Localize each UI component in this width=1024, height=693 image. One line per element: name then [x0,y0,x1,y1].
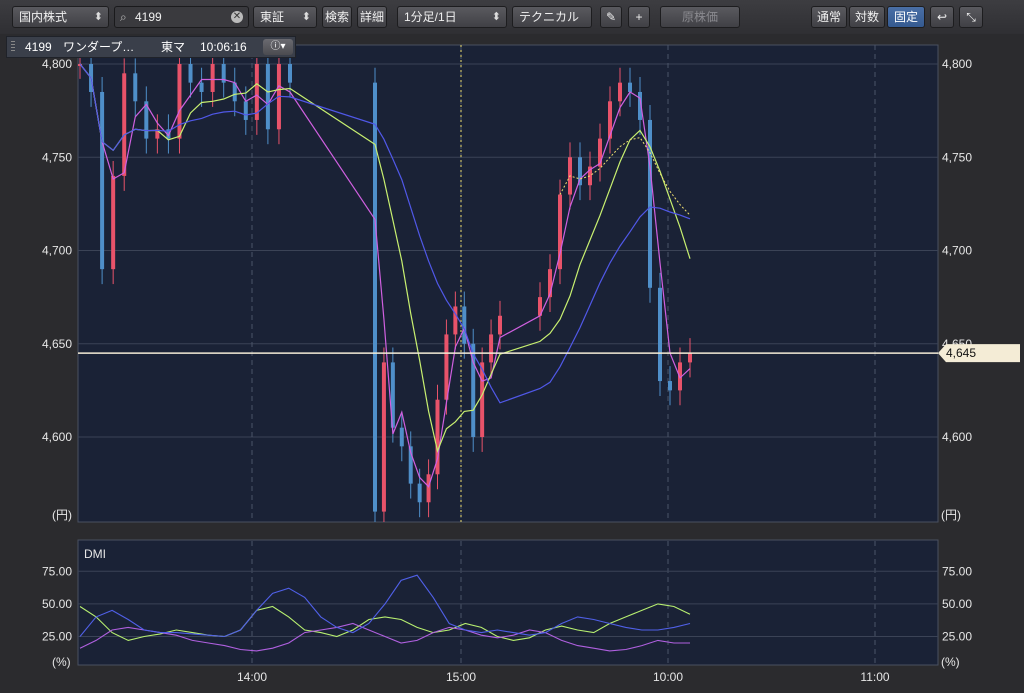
stock-name: ワンダープ… [63,40,135,54]
dmi-chart-plot [77,539,939,666]
clear-icon[interactable]: ✕ [231,11,243,23]
interval-select[interactable]: 1分足/1日 [397,6,507,28]
candle-body [668,381,672,391]
candle-body [498,315,502,335]
collapse-button[interactable]: ⤡ [959,6,983,28]
candle-body [133,73,138,102]
stock-code: 4199 [25,40,52,54]
market-label: 東マ [161,40,186,54]
info-menu-button[interactable]: ⓘ▾ [263,39,293,55]
time-tick: 11:00 [860,670,889,684]
stock-info-bar: 4199 ワンダープ… 東マ 10:06:16 ⓘ▾ [6,36,296,58]
add-button[interactable]: + [628,6,650,28]
candle-body [373,82,377,512]
candle-body [688,353,692,363]
dmi-unit-right: (%) [941,655,960,669]
candle-body [188,64,193,83]
scale-normal-button[interactable]: 通常 [811,6,847,28]
dmi-tick-left: 50.00 [42,597,72,611]
info-icon: ⓘ▾ [270,41,286,52]
candle-body [265,64,270,130]
exchange-select[interactable]: 東証 [253,6,317,28]
candle-body [288,64,292,83]
candle-body [489,334,494,363]
price-tick-right: 4,600 [942,430,972,444]
candle-body [462,306,467,344]
undo-icon: ↩ [936,10,948,24]
price-tick-left: 4,800 [42,57,72,71]
search-input-value: 4199 [135,10,162,24]
price-tick-left: 4,700 [42,244,72,258]
collapse-icon: ⤡ [966,10,976,24]
candle-body [444,334,449,400]
price-tick-right: 4,700 [942,244,972,258]
original-price-button[interactable]: 原株価 [660,6,740,28]
candle-body [243,101,248,120]
update-time: 10:06:16 [200,40,247,54]
dmi-unit-left: (%) [52,655,71,669]
price-tick-right: 4,800 [942,57,972,71]
price-unit-left: (円) [52,508,72,522]
candle-body [426,474,431,503]
candle-body [100,91,105,270]
price-unit-right: (円) [941,508,961,522]
time-tick: 10:00 [653,670,683,684]
technical-button[interactable]: テクニカル [512,6,592,28]
pencil-button[interactable]: ✎ [600,6,622,28]
scale-log-button[interactable]: 対数 [849,6,885,28]
candle-body [480,362,485,437]
search-input[interactable]: ⌕ 4199 ✕ [114,6,249,28]
drag-handle-icon[interactable] [11,41,15,53]
candle-body [578,157,582,186]
candle-body [177,64,182,139]
dmi-tick-right: 25.00 [942,630,972,644]
price-tick-left: 4,750 [42,150,72,164]
candle-body [417,483,422,503]
time-tick: 15:00 [446,670,476,684]
search-button[interactable]: 検索 [322,6,352,28]
candle-body [199,82,204,92]
dmi-tick-right: 50.00 [942,597,972,611]
scale-fixed-button[interactable]: 固定 [887,6,925,28]
dmi-tick-left: 25.00 [42,630,72,644]
search-icon: ⌕ [120,10,127,24]
price-tick-left: 4,650 [42,337,72,351]
dmi-tick-left: 75.00 [42,564,72,578]
current-price-label: 4,645 [946,346,976,360]
time-tick: 14:00 [237,670,267,684]
dmi-title: DMI [84,547,106,561]
candle-body [628,82,632,92]
current-price-badge: 4,645 [938,344,1020,363]
detail-button[interactable]: 詳細 [357,6,387,28]
candle-body [658,287,662,382]
market-select[interactable]: 国内株式 [12,6,109,28]
plus-icon: + [635,10,643,24]
toolbar: 国内株式 ⌕ 4199 ✕ 東証 検索 詳細 1分足/1日 テクニカル ✎ + … [0,0,1024,35]
pencil-icon: ✎ [605,10,617,24]
candle-body [618,82,622,102]
dmi-tick-right: 75.00 [942,564,972,578]
price-tick-right: 4,750 [942,150,972,164]
candle-body [111,175,116,270]
candle-body [399,427,404,447]
candle-body [122,73,127,176]
chart-area[interactable]: 4,800 4,8004,750 4,7504,700 4,7004,650 4,650… [0,34,1024,693]
candle-body [210,64,215,92]
price-tick-left: 4,600 [42,430,72,444]
candle-body [381,362,386,512]
undo-button[interactable]: ↩ [930,6,954,28]
